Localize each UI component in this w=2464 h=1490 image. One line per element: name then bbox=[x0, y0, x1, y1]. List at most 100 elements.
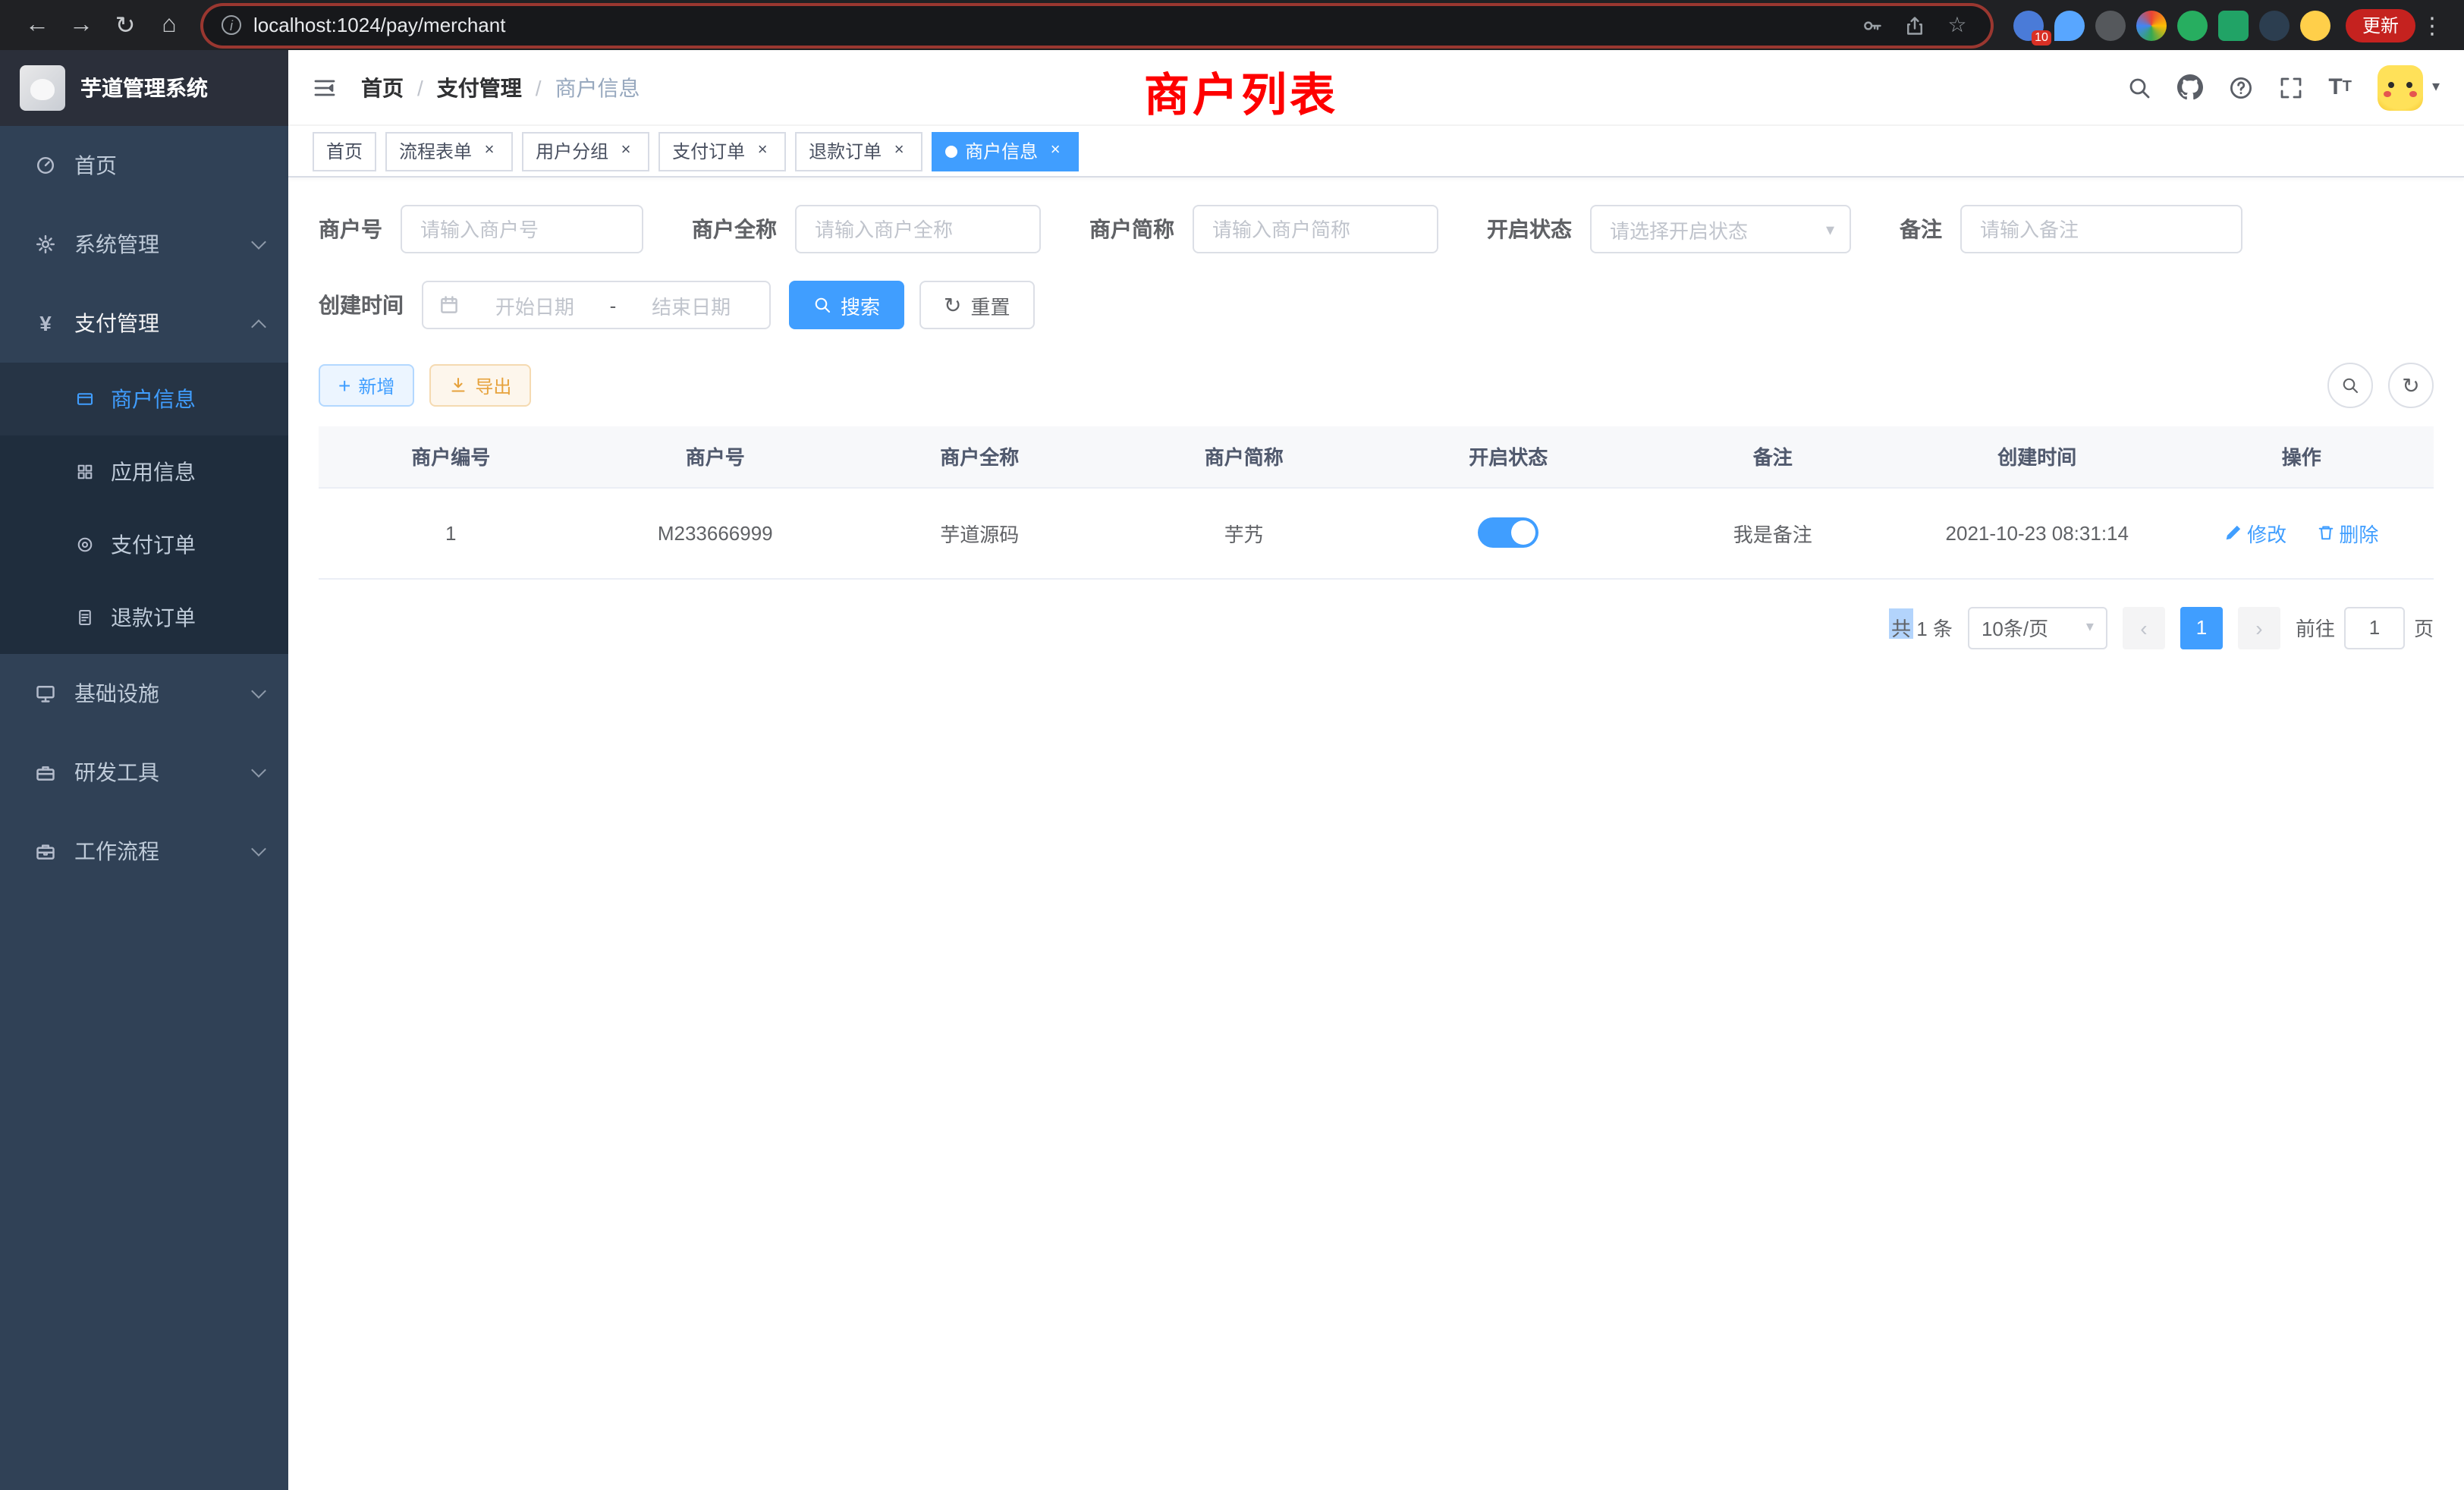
url-text[interactable]: localhost:1024/pay/merchant bbox=[253, 14, 505, 36]
password-key-icon[interactable] bbox=[1857, 14, 1887, 36]
share-icon[interactable] bbox=[1900, 14, 1930, 36]
extension-icon-6[interactable] bbox=[2218, 10, 2249, 40]
chevron-down-icon bbox=[251, 684, 266, 699]
extension-icon-3[interactable] bbox=[2095, 10, 2126, 40]
col-merchant-no: 商户号 bbox=[583, 426, 848, 487]
document-icon bbox=[73, 608, 97, 627]
sidebar-item-infrastructure[interactable]: 基础设施 bbox=[0, 654, 288, 733]
toggle-search-icon[interactable] bbox=[2327, 363, 2373, 408]
filter-remark: 备注 bbox=[1900, 205, 2242, 253]
browser-window: ← → ↻ ⌂ i localhost:1024/pay/merchant ☆ … bbox=[0, 0, 2464, 1490]
short-name-input[interactable] bbox=[1193, 205, 1438, 253]
tab-merchant-info[interactable]: 商户信息 × bbox=[932, 131, 1079, 171]
hamburger-icon[interactable] bbox=[313, 75, 337, 99]
fullscreen-icon[interactable] bbox=[2278, 75, 2302, 99]
grid-icon bbox=[73, 463, 97, 481]
tab-refund-order[interactable]: 退款订单 × bbox=[795, 131, 922, 171]
filter-row-2: 创建时间 开始日期 - 结束日期 搜索 bbox=[319, 281, 2434, 329]
close-icon[interactable]: × bbox=[753, 141, 772, 161]
reset-button-label: 重置 bbox=[971, 291, 1010, 319]
status-toggle[interactable] bbox=[1478, 517, 1538, 548]
font-size-icon[interactable]: TT bbox=[2328, 76, 2352, 99]
close-icon[interactable]: × bbox=[1045, 141, 1065, 161]
remark-input[interactable] bbox=[1960, 205, 2242, 253]
prev-page-button[interactable]: ‹ bbox=[2123, 606, 2165, 649]
chevron-down-icon: ▾ bbox=[2086, 619, 2094, 636]
export-button-label: 导出 bbox=[475, 372, 511, 398]
extension-icon-7[interactable] bbox=[2259, 10, 2290, 40]
status-select[interactable]: 请选择开启状态 ▾ bbox=[1590, 205, 1851, 253]
reset-button[interactable]: ↻ 重置 bbox=[919, 281, 1035, 329]
profile-avatar-icon[interactable] bbox=[2300, 10, 2330, 40]
search-button[interactable]: 搜索 bbox=[789, 281, 904, 329]
home-icon[interactable]: ⌂ bbox=[147, 3, 191, 47]
help-icon[interactable] bbox=[2228, 75, 2252, 99]
tab-pay-order[interactable]: 支付订单 × bbox=[658, 131, 786, 171]
breadcrumb-home[interactable]: 首页 bbox=[361, 72, 404, 102]
browser-menu-icon[interactable]: ⋮ bbox=[2415, 11, 2449, 39]
filter-row-1: 商户号 商户全称 商户简称 开启状态 请选择开启状态 bbox=[319, 205, 2434, 253]
extension-icon-2[interactable] bbox=[2054, 10, 2085, 40]
user-avatar[interactable]: ▾ bbox=[2378, 64, 2440, 110]
sidebar-item-dev-tools[interactable]: 研发工具 bbox=[0, 733, 288, 812]
sidebar-item-workflow[interactable]: 工作流程 bbox=[0, 812, 288, 891]
close-icon[interactable]: × bbox=[616, 141, 636, 161]
chevron-down-icon bbox=[251, 762, 266, 778]
sidebar-item-refund-order[interactable]: 退款订单 bbox=[0, 581, 288, 654]
cell-remark: 我是备注 bbox=[1641, 487, 1906, 578]
refresh-table-icon[interactable]: ↻ bbox=[2388, 363, 2434, 408]
edit-link[interactable]: 修改 bbox=[2224, 518, 2286, 547]
forward-icon[interactable]: → bbox=[59, 3, 103, 47]
full-name-input[interactable] bbox=[795, 205, 1041, 253]
delete-link[interactable]: 删除 bbox=[2316, 518, 2378, 547]
sidebar-item-label: 工作流程 bbox=[74, 836, 237, 866]
cell-full-name: 芋道源码 bbox=[847, 487, 1112, 578]
sidebar-item-pay-order[interactable]: 支付订单 bbox=[0, 508, 288, 581]
active-dot bbox=[945, 145, 957, 157]
close-icon[interactable]: × bbox=[889, 141, 909, 161]
tags-view-bar: 首页 流程表单 × 用户分组 × 支付订单 × 退款订单 × bbox=[288, 126, 2464, 178]
export-button[interactable]: 导出 bbox=[429, 364, 531, 407]
filter-full-name: 商户全称 bbox=[692, 205, 1041, 253]
page-content: 商户号 商户全称 商户简称 开启状态 请选择开启状态 bbox=[288, 178, 2464, 1490]
site-info-icon[interactable]: i bbox=[222, 15, 241, 35]
reload-icon[interactable]: ↻ bbox=[103, 3, 147, 47]
pagination-total: 共 1 条 bbox=[1891, 613, 1953, 642]
filter-merchant-no: 商户号 bbox=[319, 205, 643, 253]
extension-icon-5[interactable] bbox=[2177, 10, 2208, 40]
page-size-select[interactable]: 10条/页 ▾ bbox=[1968, 606, 2107, 649]
page-number-button[interactable]: 1 bbox=[2180, 606, 2223, 649]
sidebar: 芋道管理系统 首页 系统管理 ¥ 支付管理 bbox=[0, 50, 288, 1490]
logo-title: 芋道管理系统 bbox=[80, 73, 208, 103]
add-button[interactable]: + 新增 bbox=[319, 364, 414, 407]
cell-actions: 修改 删除 bbox=[2170, 487, 2434, 578]
breadcrumb-payment[interactable]: 支付管理 bbox=[437, 72, 522, 102]
tab-process-form[interactable]: 流程表单 × bbox=[385, 131, 513, 171]
tab-label: 用户分组 bbox=[536, 138, 608, 164]
table-right-tools: ↻ bbox=[2327, 363, 2434, 408]
bookmark-star-icon[interactable]: ☆ bbox=[1942, 12, 1972, 38]
tab-user-group[interactable]: 用户分组 × bbox=[522, 131, 649, 171]
sidebar-item-app-info[interactable]: 应用信息 bbox=[0, 435, 288, 508]
back-icon[interactable]: ← bbox=[15, 3, 59, 47]
sidebar-item-system[interactable]: 系统管理 bbox=[0, 205, 288, 284]
sidebar-item-merchant-info[interactable]: 商户信息 bbox=[0, 363, 288, 435]
tab-label: 流程表单 bbox=[399, 138, 472, 164]
chrome-update-button[interactable]: 更新 bbox=[2346, 8, 2415, 42]
header-search-icon[interactable] bbox=[2126, 75, 2151, 99]
goto-page-input[interactable] bbox=[2344, 606, 2405, 649]
sidebar-item-payment[interactable]: ¥ 支付管理 bbox=[0, 284, 288, 363]
next-page-button[interactable]: › bbox=[2238, 606, 2280, 649]
close-icon[interactable]: × bbox=[479, 141, 499, 161]
tab-home[interactable]: 首页 bbox=[313, 131, 376, 171]
extension-icon-4[interactable] bbox=[2136, 10, 2167, 40]
address-bar[interactable]: i localhost:1024/pay/merchant ☆ bbox=[203, 5, 1991, 45]
sidebar-item-home[interactable]: 首页 bbox=[0, 126, 288, 205]
sidebar-item-label: 退款订单 bbox=[111, 602, 264, 633]
sidebar-logo[interactable]: 芋道管理系统 bbox=[0, 50, 288, 126]
github-icon[interactable] bbox=[2176, 74, 2202, 100]
merchant-no-input[interactable] bbox=[401, 205, 643, 253]
extension-icon-1[interactable]: 10 bbox=[2013, 10, 2044, 40]
date-range-picker[interactable]: 开始日期 - 结束日期 bbox=[422, 281, 771, 329]
main-panel: 首页 / 支付管理 / 商户信息 bbox=[288, 50, 2464, 1490]
